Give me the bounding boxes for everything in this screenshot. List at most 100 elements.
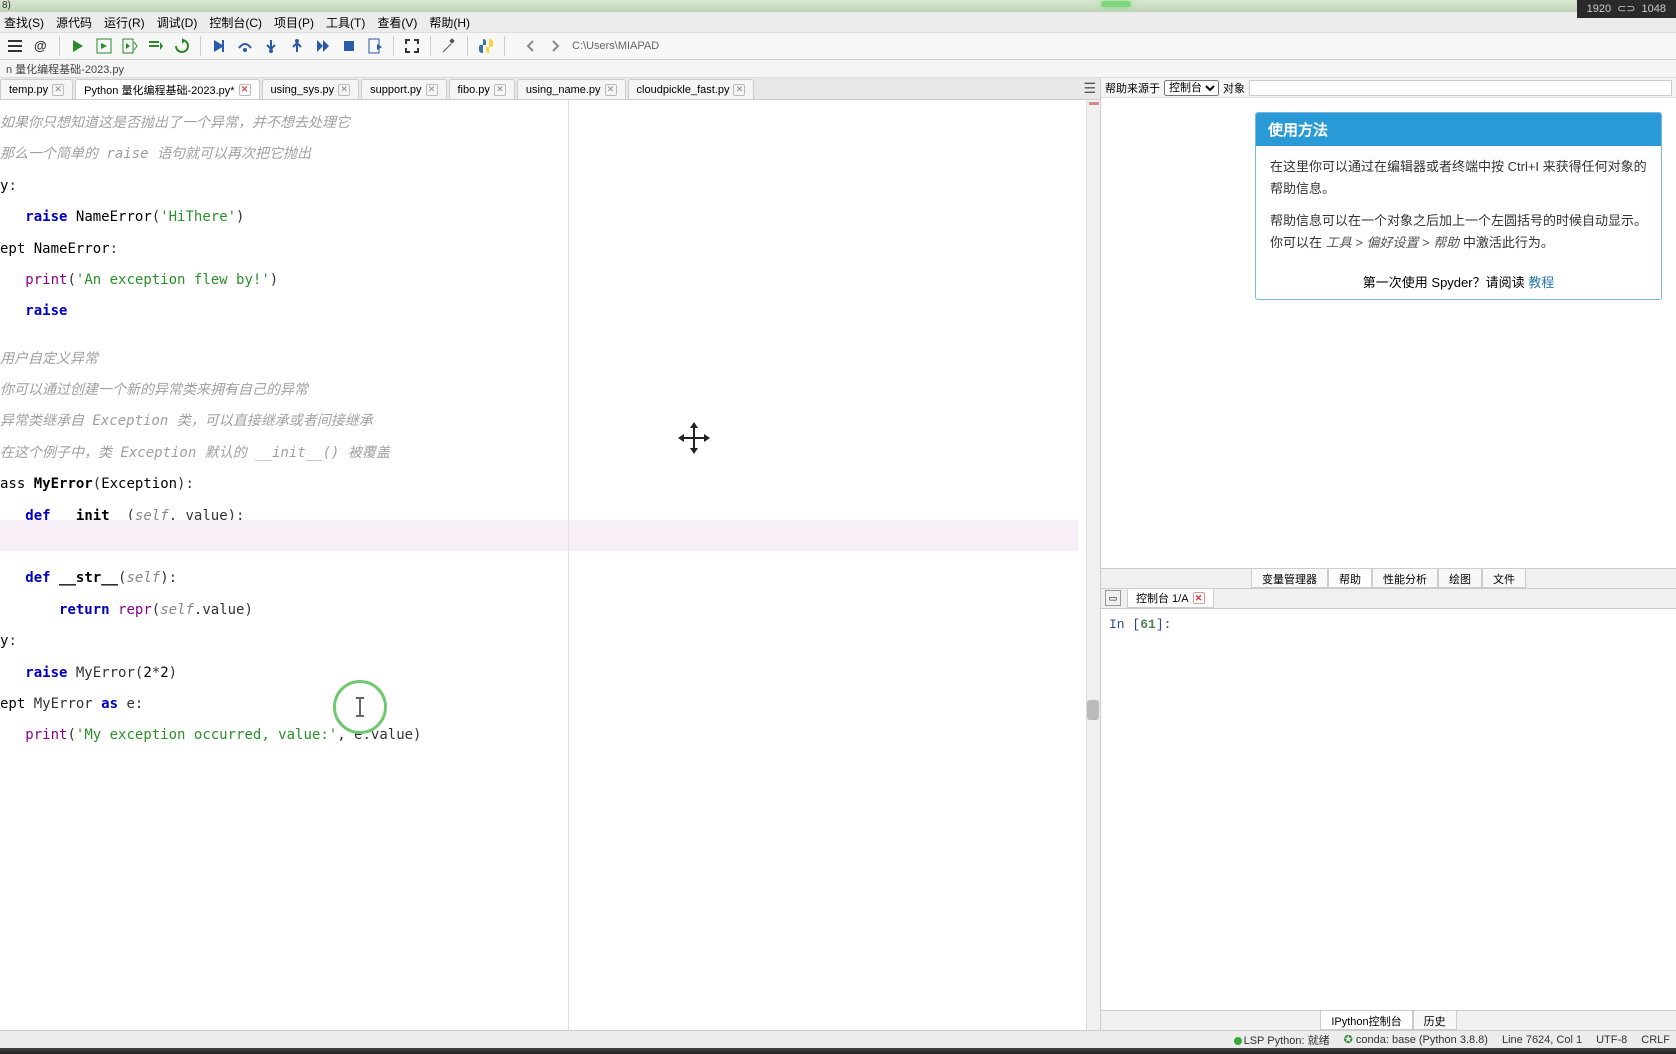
debug-button[interactable] xyxy=(208,35,230,57)
run-selection-button[interactable] xyxy=(145,35,167,57)
tab-files[interactable]: 文件 xyxy=(1482,569,1526,588)
rerun-button[interactable] xyxy=(171,35,193,57)
editor-tab[interactable]: Python 量化编程基础-2023.py*✕ xyxy=(75,79,259,99)
tab-variables[interactable]: 变量管理器 xyxy=(1251,569,1328,588)
editor-scrollbar[interactable] xyxy=(1086,100,1100,1030)
run-cell-button[interactable] xyxy=(93,35,115,57)
os-taskbar[interactable] xyxy=(0,1048,1676,1054)
svg-text:@: @ xyxy=(34,38,47,53)
menu-bar[interactable]: 查找(S) 源代码 运行(R) 调试(D) 控制台(C) 项目(P) 工具(T)… xyxy=(0,12,1676,32)
link-icon: ⊂⊃ xyxy=(1617,2,1635,16)
toolbar-separator xyxy=(393,36,394,56)
tab-help[interactable]: 帮助 xyxy=(1328,569,1372,588)
status-encoding: UTF-8 xyxy=(1596,1034,1627,1046)
menu-run[interactable]: 运行(R) xyxy=(104,14,145,31)
editor-tab[interactable]: using_name.py✕ xyxy=(517,79,626,99)
status-position: Line 7624, Col 1 xyxy=(1502,1034,1582,1046)
status-lsp: LSP Python: 就绪 xyxy=(1234,1032,1330,1048)
editor-tab[interactable]: fibo.py✕ xyxy=(449,79,515,99)
tutorial-link[interactable]: 教程 xyxy=(1528,275,1554,290)
move-cursor-icon xyxy=(676,420,712,459)
close-icon[interactable]: ✕ xyxy=(1193,592,1205,604)
step-over-button[interactable] xyxy=(234,35,256,57)
status-bar: LSP Python: 就绪 ✪ conda: base (Python 3.8… xyxy=(0,1030,1676,1048)
step-into-button[interactable] xyxy=(260,35,282,57)
preferences-button[interactable] xyxy=(438,35,460,57)
close-icon[interactable]: ✕ xyxy=(494,84,506,96)
help-card-title: 使用方法 xyxy=(1256,113,1661,146)
help-source-select[interactable]: 控制台 xyxy=(1164,80,1219,96)
toolbar: @ C:\Users\MIAPAD xyxy=(0,32,1676,60)
toolbar-separator xyxy=(430,36,431,56)
ipython-console[interactable]: In [61]: xyxy=(1101,609,1676,1011)
cursor-highlight-ring xyxy=(333,680,387,734)
console-tabs: ▭ 控制台 1/A✕ xyxy=(1101,589,1676,609)
help-body: 使用方法 在这里你可以通过在编辑器或者终端中按 Ctrl+I 来获得任何对象的帮… xyxy=(1101,98,1676,568)
console-bottom-tabs: IPython控制台 历史 xyxy=(1101,1010,1676,1030)
toolbar-separator xyxy=(467,36,468,56)
editor-tab[interactable]: using_sys.py✕ xyxy=(262,79,360,99)
run-button[interactable] xyxy=(67,35,89,57)
tab-ipython[interactable]: IPython控制台 xyxy=(1320,1011,1412,1030)
title-fragment: 8) xyxy=(2,0,11,11)
help-object-label: 对象 xyxy=(1223,80,1245,96)
outline-button[interactable] xyxy=(4,35,26,57)
debug-file-button[interactable] xyxy=(364,35,386,57)
menu-view[interactable]: 查看(V) xyxy=(377,14,417,31)
maximize-pane-button[interactable] xyxy=(401,35,423,57)
code-editor[interactable]: 如果你只想知道这是否抛出了一个异常，并不想去处理它 那么一个简单的 raise … xyxy=(0,100,1100,1030)
status-eol: CRLF xyxy=(1641,1034,1670,1046)
editor-tab[interactable]: cloudpickle_fast.py✕ xyxy=(628,79,755,99)
back-button[interactable] xyxy=(520,35,542,57)
tab-profiler[interactable]: 性能分析 xyxy=(1372,569,1438,588)
stop-button[interactable] xyxy=(338,35,360,57)
close-icon[interactable]: ✕ xyxy=(605,84,617,96)
window-activity-indicator xyxy=(1101,1,1131,7)
close-icon[interactable]: ✕ xyxy=(426,84,438,96)
source-button[interactable]: @ xyxy=(30,35,52,57)
menu-console[interactable]: 控制台(C) xyxy=(209,14,262,31)
close-icon[interactable]: ✕ xyxy=(239,84,251,96)
close-icon[interactable]: ✕ xyxy=(733,84,745,96)
working-directory[interactable]: C:\Users\MIAPAD xyxy=(572,40,659,52)
forward-button[interactable] xyxy=(544,35,566,57)
close-icon[interactable]: ✕ xyxy=(52,84,64,96)
help-source-label: 帮助来源于 xyxy=(1105,80,1160,96)
tab-history[interactable]: 历史 xyxy=(1413,1011,1457,1030)
title-bar: 8) xyxy=(0,0,1676,12)
help-toolbar: 帮助来源于 控制台 对象 xyxy=(1101,78,1676,98)
toolbar-separator xyxy=(59,36,60,56)
menu-debug[interactable]: 调试(D) xyxy=(157,14,198,31)
editor-ruler xyxy=(568,100,569,1030)
current-line-highlight xyxy=(0,520,1078,551)
continue-button[interactable] xyxy=(312,35,334,57)
console-tab[interactable]: 控制台 1/A✕ xyxy=(1127,588,1214,608)
help-footer: 第一次使用 Spyder？请阅读 教程 xyxy=(1256,264,1661,299)
menu-help[interactable]: 帮助(H) xyxy=(429,14,470,31)
run-cell-advance-button[interactable] xyxy=(119,35,141,57)
menu-find[interactable]: 查找(S) xyxy=(4,14,44,31)
toolbar-separator xyxy=(200,36,201,56)
editor-tab[interactable]: support.py✕ xyxy=(361,79,446,99)
file-path-strip: n 量化编程基础-2023.py xyxy=(0,60,1676,78)
status-conda[interactable]: ✪ conda: base (Python 3.8.8) xyxy=(1344,1033,1488,1046)
right-panel-tabs: 变量管理器 帮助 性能分析 绘图 文件 xyxy=(1101,568,1676,588)
menu-source[interactable]: 源代码 xyxy=(56,14,92,31)
help-card: 使用方法 在这里你可以通过在编辑器或者终端中按 Ctrl+I 来获得任何对象的帮… xyxy=(1255,112,1662,300)
python-path-button[interactable] xyxy=(475,35,497,57)
editor-tabs: temp.py✕ Python 量化编程基础-2023.py*✕ using_s… xyxy=(0,78,1100,100)
help-object-input[interactable] xyxy=(1249,80,1672,96)
close-icon[interactable]: ✕ xyxy=(338,84,350,96)
menu-project[interactable]: 项目(P) xyxy=(274,14,314,31)
tab-menu-icon[interactable]: ☰ xyxy=(1083,80,1096,97)
toolbar-separator xyxy=(504,36,505,56)
menu-tool[interactable]: 工具(T) xyxy=(326,14,365,31)
editor-tab[interactable]: temp.py✕ xyxy=(0,79,73,99)
dimensions-badge: 1920⊂⊃1048 xyxy=(1577,0,1676,18)
help-text: 帮助信息可以在一个对象之后加上一个左圆括号的时候自动显示。 你可以在 工具 > … xyxy=(1270,210,1647,254)
step-out-button[interactable] xyxy=(286,35,308,57)
ibeam-cursor-icon xyxy=(359,698,361,716)
help-text: 在这里你可以通过在编辑器或者终端中按 Ctrl+I 来获得任何对象的帮助信息。 xyxy=(1270,156,1647,200)
new-console-button[interactable]: ▭ xyxy=(1105,590,1121,606)
tab-plot[interactable]: 绘图 xyxy=(1438,569,1482,588)
